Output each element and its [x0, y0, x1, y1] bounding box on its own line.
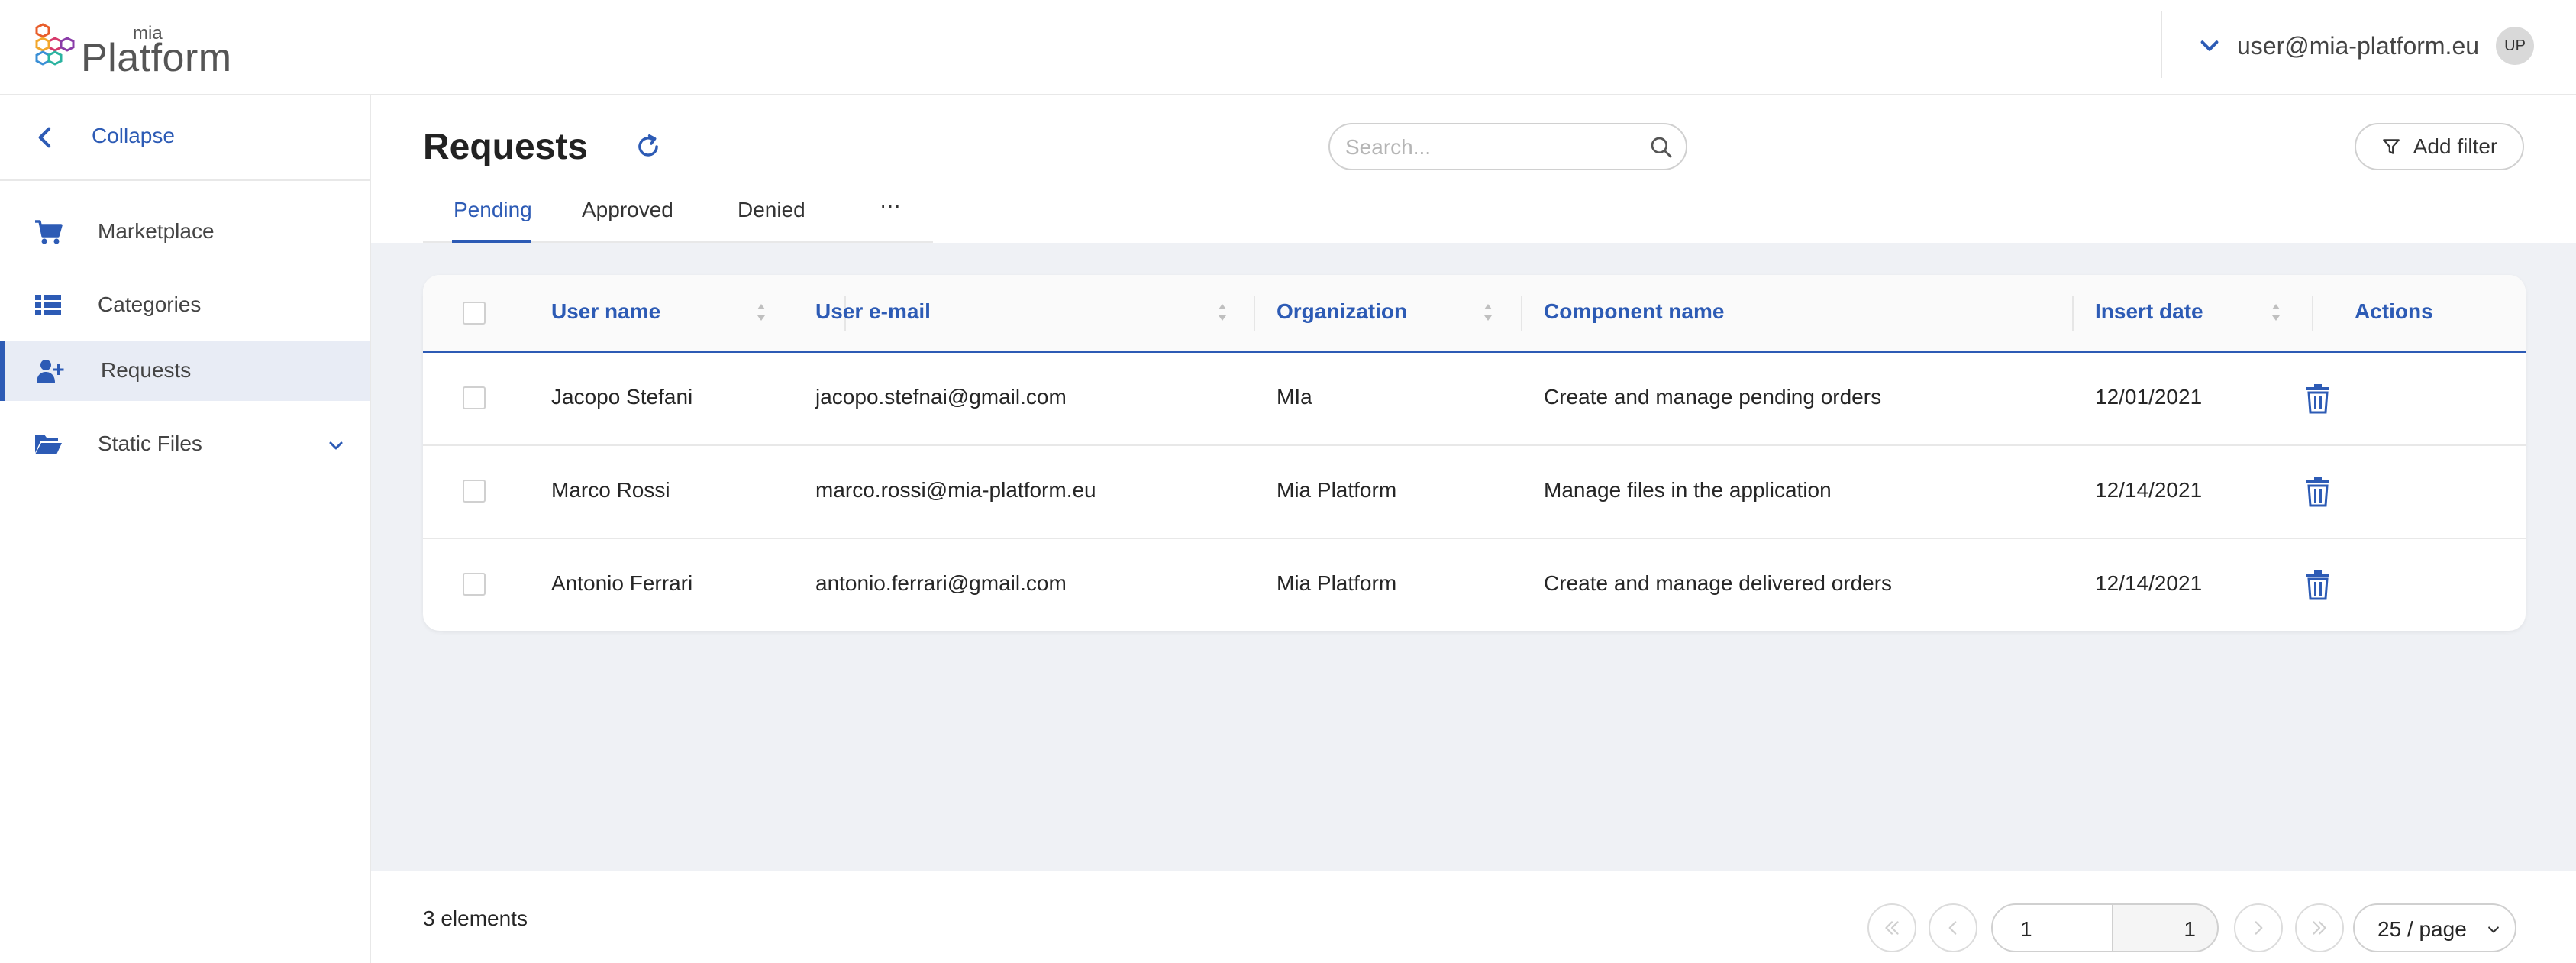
page-size-value: 25 / page: [2377, 917, 2467, 941]
tab-approved[interactable]: Approved: [582, 198, 673, 222]
requests-table: User name User e-mail Organization Compo…: [423, 275, 2526, 631]
cell-insert-date: 12/01/2021: [2095, 385, 2203, 409]
logo-big-text: Platform: [81, 36, 232, 80]
chevron-down-icon[interactable]: [327, 436, 345, 454]
sidebar-item-categories[interactable]: Categories: [0, 276, 370, 335]
page-title: Requests: [423, 127, 589, 167]
cart-icon: [35, 220, 63, 244]
page-toolbar: Requests Add filter Pending Approved Den…: [371, 95, 2576, 243]
page-size-select[interactable]: 25 / page: [2353, 903, 2516, 952]
trash-icon[interactable]: [2305, 568, 2331, 600]
trash-icon[interactable]: [2305, 382, 2331, 414]
cell-component-name: Create and manage pending orders: [1544, 385, 1882, 409]
sidebar-item-static-files[interactable]: Static Files: [0, 415, 370, 474]
element-count: 3 elements: [423, 906, 528, 930]
chevrons-left-icon: [1885, 921, 1899, 935]
cell-user-name: Antonio Ferrari: [551, 571, 693, 595]
row-checkbox[interactable]: [463, 386, 486, 409]
search-icon[interactable]: [1649, 135, 1674, 160]
column-separator: [1521, 296, 1522, 331]
header-divider: [2161, 11, 2162, 78]
search-box: [1328, 123, 1687, 170]
chevron-down-icon: [2200, 40, 2219, 51]
cell-user-name: Jacopo Stefani: [551, 385, 693, 409]
cell-user-email: jacopo.stefnai@gmail.com: [815, 385, 1067, 409]
column-header-user-email[interactable]: User e-mail: [815, 299, 931, 324]
logo-wordmark: mia Platform: [81, 20, 249, 80]
user-email: user@mia-platform.eu: [2237, 31, 2480, 60]
cell-organization: Mia Platform: [1277, 571, 1397, 595]
sort-icon[interactable]: [1215, 301, 1229, 324]
logo-hexagons-icon: [35, 23, 75, 66]
first-page-button[interactable]: [1867, 903, 1916, 952]
tab-pending[interactable]: Pending: [454, 198, 532, 222]
table-row: Jacopo Stefani jacopo.stefnai@gmail.com …: [423, 353, 2526, 446]
column-header-component-name[interactable]: Component name: [1544, 299, 1724, 324]
avatar[interactable]: UP: [2496, 27, 2535, 65]
sidebar-item-label: Requests: [101, 358, 192, 382]
add-filter-label: Add filter: [2413, 134, 2498, 158]
sidebar-item-label: Marketplace: [98, 219, 215, 243]
table-row: Marco Rossi marco.rossi@mia-platform.eu …: [423, 446, 2526, 539]
cell-user-email: marco.rossi@mia-platform.eu: [815, 478, 1096, 502]
column-header-insert-date[interactable]: Insert date: [2095, 299, 2203, 324]
tab-denied[interactable]: Denied: [738, 198, 805, 222]
sort-icon[interactable]: [1481, 301, 1495, 324]
collapse-label: Collapse: [92, 124, 175, 147]
app-header: mia Platform user@mia-platform.eu UP: [0, 0, 2576, 95]
table-header: User name User e-mail Organization Compo…: [423, 275, 2526, 353]
sort-icon[interactable]: [754, 301, 768, 324]
filter-icon: [2382, 139, 2400, 154]
cell-insert-date: 12/14/2021: [2095, 571, 2203, 595]
total-pages: 1: [2112, 903, 2219, 952]
pagination-footer: 3 elements 1 1 25 / page: [371, 871, 2576, 963]
sidebar-item-label: Static Files: [98, 431, 202, 455]
sidebar: Collapse Marketplace Categories Requests…: [0, 95, 371, 963]
chevrons-right-icon: [2313, 921, 2326, 935]
tab-more[interactable]: ···: [880, 193, 901, 218]
column-header-actions: Actions: [2355, 299, 2433, 323]
sort-icon[interactable]: [2269, 301, 2283, 324]
cell-user-name: Marco Rossi: [551, 478, 670, 502]
previous-page-button[interactable]: [1929, 903, 1977, 952]
cell-user-email: antonio.ferrari@gmail.com: [815, 571, 1067, 595]
select-all-checkbox[interactable]: [463, 302, 486, 325]
cell-organization: MIa: [1277, 385, 1312, 409]
next-page-button[interactable]: [2234, 903, 2283, 952]
main-content: Requests Add filter Pending Approved Den…: [371, 95, 2576, 963]
cell-component-name: Create and manage delivered orders: [1544, 571, 1893, 595]
chevron-left-icon: [1948, 921, 1957, 935]
chevron-right-icon: [2255, 921, 2263, 935]
sidebar-collapse-button[interactable]: Collapse: [0, 95, 370, 181]
mia-platform-logo[interactable]: mia Platform: [34, 20, 249, 80]
list-icon: [35, 295, 61, 315]
row-checkbox[interactable]: [463, 480, 486, 503]
column-separator: [2072, 296, 2074, 331]
last-page-button[interactable]: [2295, 903, 2344, 952]
user-menu[interactable]: user@mia-platform.eu UP: [2199, 24, 2535, 67]
sidebar-item-label: Categories: [98, 292, 202, 316]
column-header-organization[interactable]: Organization: [1277, 299, 1407, 324]
table-row: Antonio Ferrari antonio.ferrari@gmail.co…: [423, 539, 2526, 631]
cell-component-name: Manage files in the application: [1544, 478, 1832, 502]
current-page-input[interactable]: 1: [1991, 903, 2113, 952]
cell-organization: Mia Platform: [1277, 478, 1397, 502]
sidebar-item-marketplace[interactable]: Marketplace: [0, 202, 370, 262]
sidebar-item-requests[interactable]: Requests: [0, 341, 370, 401]
search-input[interactable]: [1345, 134, 1635, 161]
row-checkbox[interactable]: [463, 573, 486, 596]
status-tabs: Pending Approved Denied ···: [423, 187, 933, 243]
refresh-icon[interactable]: [634, 132, 663, 161]
folder-open-icon: [35, 435, 62, 454]
column-separator: [2312, 296, 2313, 331]
column-separator: [1254, 296, 1255, 331]
active-tab-indicator: [452, 240, 531, 243]
column-header-user-name[interactable]: User name: [551, 299, 660, 324]
chevron-left-icon: [38, 127, 51, 148]
add-filter-button[interactable]: Add filter: [2355, 123, 2524, 170]
trash-icon[interactable]: [2305, 475, 2331, 507]
cell-insert-date: 12/14/2021: [2095, 478, 2203, 502]
user-plus-icon: [37, 360, 64, 383]
chevron-down-icon: [2488, 926, 2499, 933]
